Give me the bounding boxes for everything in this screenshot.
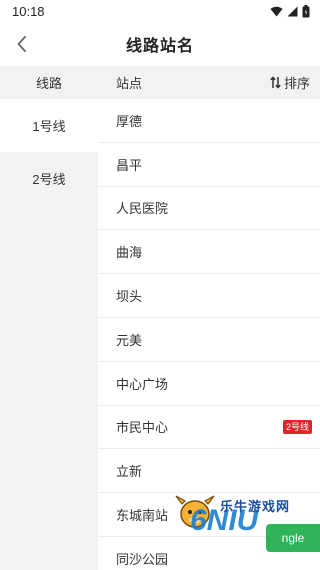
station-name: 同沙公园 xyxy=(116,551,169,567)
signal-icon xyxy=(287,6,298,16)
station-row[interactable]: 立新 xyxy=(98,449,320,494)
station-name: 东城南站 xyxy=(116,508,169,524)
battery-icon xyxy=(302,4,310,17)
station-row[interactable]: 市民中心 2号线 xyxy=(98,406,320,450)
status-bar: 10:18 xyxy=(0,0,320,22)
station-name: 人民医院 xyxy=(116,201,169,217)
station-row[interactable]: 厚德 xyxy=(98,99,320,143)
sort-icon xyxy=(270,76,281,89)
wifi-icon xyxy=(270,6,283,16)
station-row[interactable]: 中心广场 xyxy=(98,362,320,406)
line-tab-label: 2号线 xyxy=(32,172,66,187)
station-name: 市民中心 xyxy=(116,420,169,436)
status-time: 10:18 xyxy=(12,3,45,19)
station-row[interactable]: 元美 xyxy=(98,318,320,362)
station-name: 昌平 xyxy=(116,157,143,173)
station-name: 立新 xyxy=(116,464,143,480)
line-column-header: 线路 xyxy=(35,76,62,91)
station-header-label: 站点 xyxy=(116,76,143,91)
chevron-left-icon xyxy=(17,36,26,52)
line-sidebar: 线路 1号线 2号线 xyxy=(0,66,98,570)
station-list-panel: 站点 排序 厚德 昌平 人民医院 曲海 坝头 元美 中心广场 市民中心 2号线 … xyxy=(98,66,320,570)
station-row[interactable]: 人民医院 xyxy=(98,187,320,231)
station-name: 厚德 xyxy=(116,113,143,129)
line-tab-1[interactable]: 1号线 xyxy=(0,99,98,152)
station-row[interactable]: 同沙公园 xyxy=(98,537,320,570)
line-tab-label: 1号线 xyxy=(32,119,66,134)
station-name: 元美 xyxy=(116,332,143,348)
station-name: 中心广场 xyxy=(116,376,169,392)
station-row[interactable]: 坝头 xyxy=(98,274,320,318)
back-button[interactable] xyxy=(10,30,34,58)
station-column-header: 站点 排序 xyxy=(98,66,320,99)
station-name: 坝头 xyxy=(116,289,143,305)
station-row[interactable]: 曲海 xyxy=(98,230,320,275)
station-row[interactable]: 东城南站 xyxy=(98,493,320,537)
sort-label: 排序 xyxy=(283,76,310,91)
station-name: 曲海 xyxy=(116,245,143,261)
transfer-badge: 2号线 xyxy=(282,419,312,434)
line-tab-2[interactable]: 2号线 xyxy=(0,152,98,205)
sort-button[interactable]: 排序 xyxy=(270,73,310,92)
page-title: 线路站名 xyxy=(125,38,194,55)
station-row[interactable]: 昌平 xyxy=(98,143,320,187)
app-header: 线路站名 xyxy=(0,22,320,66)
status-icons xyxy=(270,4,310,18)
